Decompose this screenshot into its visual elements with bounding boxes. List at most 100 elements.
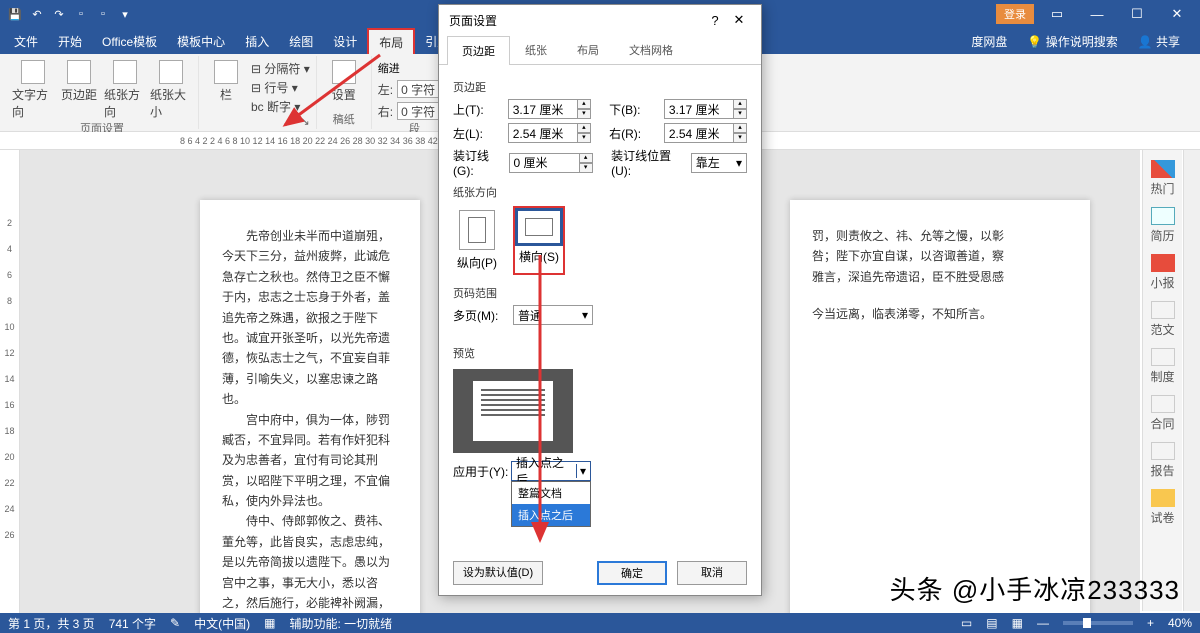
hyphenation-button[interactable]: bc 断字 ▾ [251,98,310,115]
columns-button[interactable]: 栏 [205,60,247,103]
side-rule[interactable]: 制度 [1146,344,1180,389]
ribbon-options-icon[interactable]: ▭ [1040,6,1074,22]
dropdown-option-after-cursor[interactable]: 插入点之后 [512,504,590,526]
document-page[interactable]: 先帝创业未半而中道崩殂，今天下三分，益州疲弊，此诚危急存亡之秋也。然侍卫之臣不懈… [200,200,420,613]
select-multi[interactable]: 普通▾ [513,305,593,325]
spin-down-icon[interactable]: ▾ [733,133,747,143]
dialog-tab-layout[interactable]: 布局 [562,35,614,64]
spin-up-icon[interactable]: ▴ [577,123,591,133]
status-words[interactable]: 741 个字 [109,615,156,632]
spin-down-icon[interactable]: ▾ [579,163,593,173]
breaks-button[interactable]: ⊟ 分隔符 ▾ [251,60,310,77]
paragraph[interactable]: 咎；陛下亦宜自谋，以咨诹善道，察 [812,246,1068,266]
size-button[interactable]: 纸张大小 [150,60,192,120]
redo-icon[interactable]: ↷ [50,5,68,23]
spin-down-icon[interactable]: ▾ [577,109,591,119]
watermark-settings-button[interactable]: 设置 [323,60,365,103]
undo-icon[interactable]: ↶ [28,5,46,23]
status-proofing-icon[interactable]: ✎ [170,616,180,630]
apply-to-dropdown: 整篇文档 插入点之后 [511,481,591,527]
view-print-icon[interactable]: ▤ [986,616,997,630]
login-button[interactable]: 登录 [996,4,1034,24]
dialog-tab-paper[interactable]: 纸张 [510,35,562,64]
side-essay[interactable]: 范文 [1146,297,1180,342]
paragraph[interactable]: 先帝创业未半而中道崩殂，今天下三分，益州疲弊，此诚危急存亡之秋也。然侍卫之臣不懈… [222,226,398,410]
orientation-button[interactable]: 纸张方向 [104,60,146,120]
input-top[interactable]: 3.17 厘米 [508,99,578,119]
vertical-scrollbar[interactable] [1183,150,1200,611]
paragraph[interactable]: 侍中、侍郎郭攸之、费祎、董允等，此皆良实，志虑忠纯，是以先帝简拔以遗陛下。愚以为… [222,511,398,613]
tab-insert[interactable]: 插入 [235,29,279,54]
label-right: 右(R): [609,125,664,142]
share-button[interactable]: 👤 共享 [1128,29,1190,54]
close-icon[interactable]: ✕ [1160,6,1194,22]
dropdown-option-whole-doc[interactable]: 整篇文档 [512,482,590,504]
select-gutter-pos[interactable]: 靠左▾ [691,153,747,173]
zoom-in-icon[interactable]: + [1147,616,1154,630]
save-icon[interactable]: 💾 [6,5,24,23]
dialog-tab-margins[interactable]: 页边距 [447,36,510,65]
tab-office-template[interactable]: Office模板 [92,29,167,54]
select-apply-to[interactable]: 插入点之后▾ [511,461,591,481]
help-icon[interactable]: ? [703,13,727,28]
paragraph[interactable]: 罚，则责攸之、祎、允等之慢，以彰 [812,226,1068,246]
spin-up-icon[interactable]: ▴ [577,99,591,109]
status-a11y[interactable]: 辅助功能: 一切就绪 [289,615,392,632]
qat-dropdown-icon[interactable]: ▾ [116,5,134,23]
side-news[interactable]: 小报 [1146,250,1180,295]
zoom-out-icon[interactable]: — [1037,616,1049,630]
tab-template-center[interactable]: 模板中心 [167,29,235,54]
status-lang[interactable]: 中文(中国) [194,615,250,632]
cancel-button[interactable]: 取消 [677,561,747,585]
section-orientation: 纸张方向 [453,184,747,200]
tab-baidu-disk[interactable]: 度网盘 [961,29,1017,54]
label-gutter-pos: 装订线位置(U): [611,147,691,178]
side-report[interactable]: 报告 [1146,438,1180,483]
margins-button[interactable]: 页边距 [58,60,100,103]
set-default-button[interactable]: 设为默认值(D) [453,561,543,585]
qat-icon[interactable]: ▫ [94,5,112,23]
spin-down-icon[interactable]: ▾ [577,133,591,143]
section-preview: 预览 [453,345,747,361]
view-web-icon[interactable]: ▦ [1012,616,1023,630]
tab-home[interactable]: 开始 [48,29,92,54]
side-exam[interactable]: 试卷 [1146,485,1180,530]
spin-up-icon[interactable]: ▴ [579,153,593,163]
zoom-slider[interactable] [1063,621,1133,625]
input-left[interactable]: 2.54 厘米 [508,123,578,143]
input-gutter[interactable]: 0 厘米 [509,153,580,173]
paragraph[interactable]: 雅言，深追先帝遗诏，臣不胜受恩感 [812,267,1068,287]
spin-up-icon[interactable]: ▴ [733,123,747,133]
status-page[interactable]: 第 1 页，共 3 页 [8,615,95,632]
ok-button[interactable]: 确定 [597,561,667,585]
tab-draw[interactable]: 绘图 [279,29,323,54]
vertical-ruler[interactable]: 2468101214161820222426 [0,150,20,613]
tab-file[interactable]: 文件 [4,29,48,54]
orientation-landscape[interactable]: 横向(S) [513,206,565,275]
tell-me[interactable]: 💡 操作说明搜索 [1017,29,1127,54]
maximize-icon[interactable]: ☐ [1120,6,1154,22]
orientation-portrait[interactable]: 纵向(P) [453,206,501,275]
qat-icon[interactable]: ▫ [72,5,90,23]
paragraph[interactable]: 宫中府中，俱为一体，陟罚臧否，不宜异同。若有作奸犯科及为忠善者，宜付有司论其刑赏… [222,410,398,512]
line-numbers-button[interactable]: ⊟ 行号 ▾ [251,79,310,96]
tab-design[interactable]: 设计 [323,29,367,54]
side-contract[interactable]: 合同 [1146,391,1180,436]
paragraph[interactable]: 今当远离，临表涕零，不知所言。 [812,304,1068,324]
dialog-launcher-icon[interactable]: ↘ [301,115,310,130]
dialog-close-icon[interactable]: ✕ [727,12,751,28]
dialog-tab-grid[interactable]: 文档网格 [614,35,688,64]
zoom-value[interactable]: 40% [1168,616,1192,630]
spin-down-icon[interactable]: ▾ [733,109,747,119]
document-page[interactable]: 罚，则责攸之、祎、允等之慢，以彰 咎；陛下亦宜自谋，以咨诹善道，察 雅言，深追先… [790,200,1090,613]
spin-up-icon[interactable]: ▴ [733,99,747,109]
view-read-icon[interactable]: ▭ [961,616,972,630]
minimize-icon[interactable]: — [1080,7,1114,22]
input-bottom[interactable]: 3.17 厘米 [664,99,734,119]
tab-layout[interactable]: 布局 [367,28,415,55]
text-direction-button[interactable]: 文字方向 [12,60,54,120]
side-hot[interactable]: 热门 [1146,156,1180,201]
status-a11y-icon[interactable]: ▦ [264,616,275,630]
side-resume[interactable]: 简历 [1146,203,1180,248]
input-right[interactable]: 2.54 厘米 [664,123,734,143]
